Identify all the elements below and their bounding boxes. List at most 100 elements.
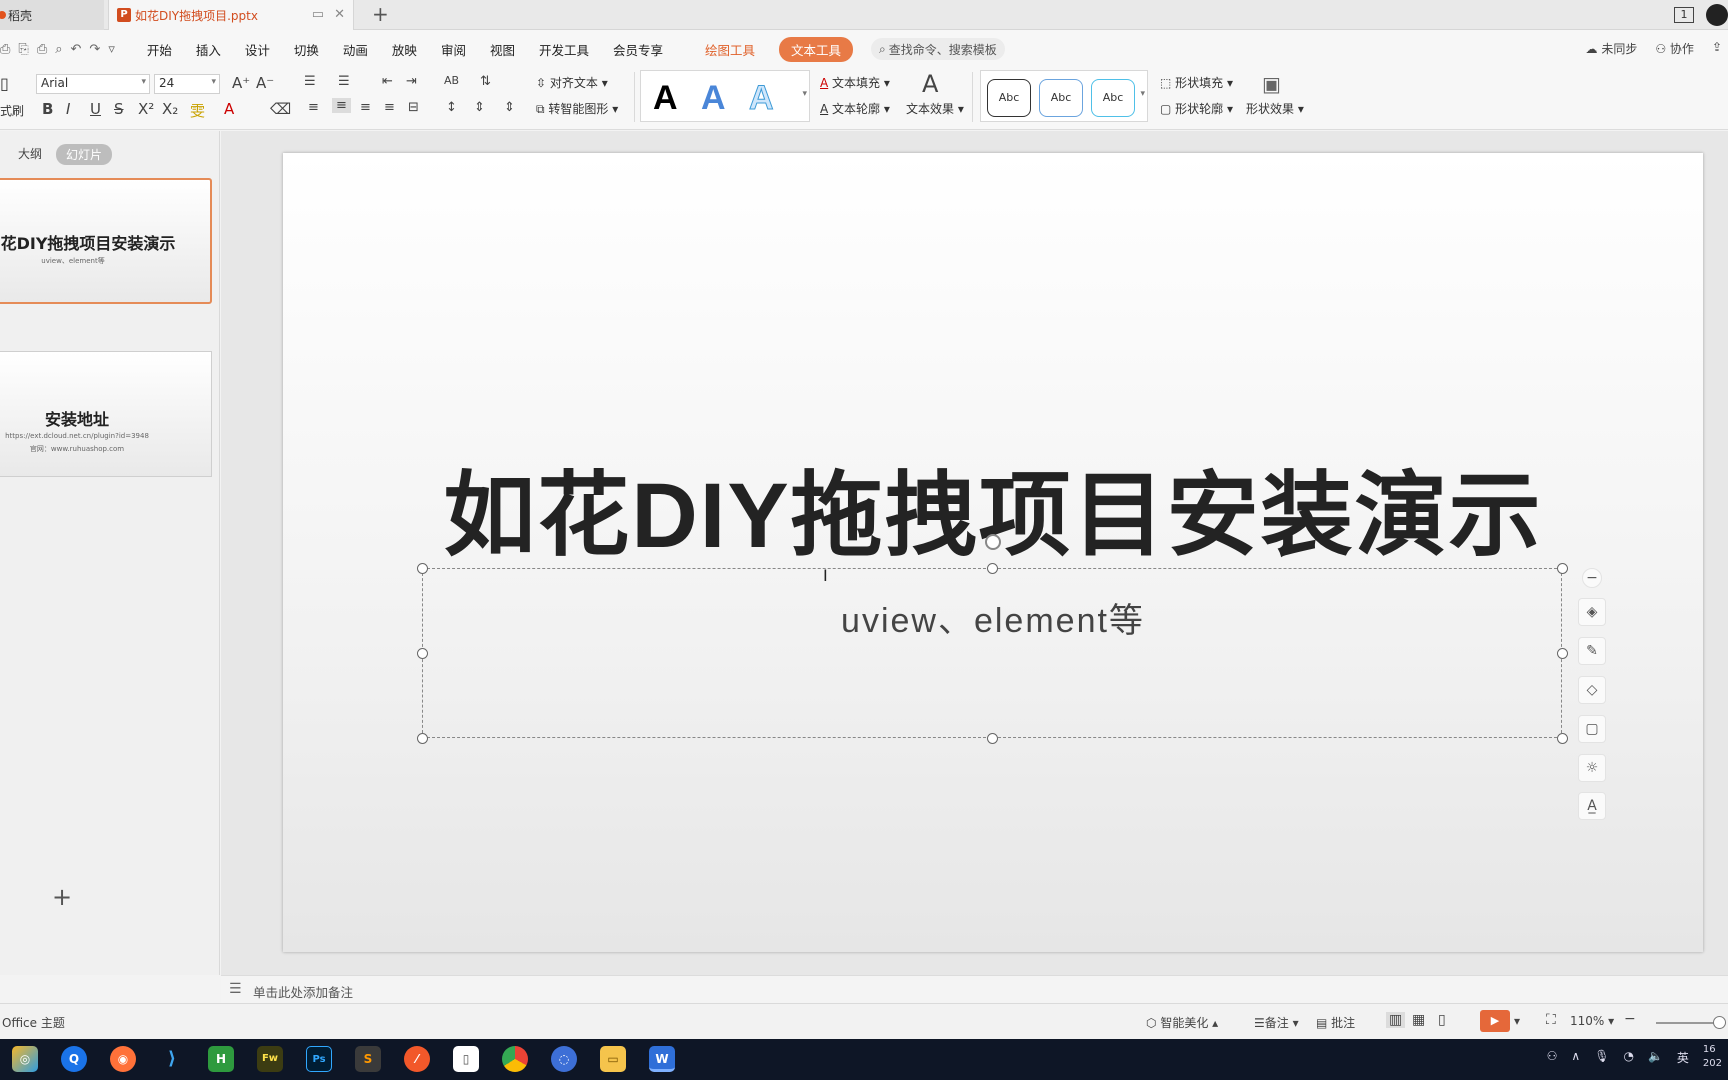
ime-indicator[interactable]: 英 [1677,1049,1689,1071]
shape-outline-button[interactable]: ▢ 形状轮廓 ▾ [1160,100,1233,117]
explorer-icon[interactable]: ▭ [600,1046,626,1072]
tab-document[interactable]: P 如花DIY拖拽项目.pptx ▭ ✕ [108,0,354,30]
font-family-select[interactable]: Arial ▾ [36,74,150,94]
print-preview-icon[interactable]: ⌕ [55,42,62,57]
resize-handle-n[interactable] [987,563,998,574]
microphone-icon[interactable]: 🎙 [1594,1049,1609,1071]
browser-q-icon[interactable]: Q [61,1046,87,1072]
shape-style-blue[interactable]: Abc [1039,79,1083,117]
italic-icon[interactable]: I [66,100,70,118]
resize-handle-w[interactable] [417,648,428,659]
bullets-icon[interactable]: ☰ [304,74,316,89]
tab-home[interactable]: 稻壳 [0,0,104,30]
outline-icon[interactable]: ▢ [1578,715,1606,743]
text-style-black[interactable]: A [653,79,678,118]
play-options-icon[interactable]: ▾ [1514,1014,1520,1028]
char-shading-icon[interactable]: 雯 [190,100,205,121]
fit-window-icon[interactable]: ⛶ [1546,1012,1556,1028]
align-center-icon[interactable]: ≡ [332,98,351,113]
shape-fill-button[interactable]: ⬚ 形状填充 ▾ [1160,74,1233,91]
notes-bar[interactable]: ☰ 单击此处添加备注 [221,975,1728,1003]
print-icon[interactable]: ⎙ [37,42,47,57]
shrink-font-icon[interactable]: A⁻ [256,74,274,92]
network-icon[interactable]: ◔ [1623,1049,1633,1071]
menu-insert[interactable]: 插入 [196,40,221,59]
text-effect-icon[interactable]: A [922,70,938,98]
sorter-view-icon[interactable]: ▦ [1412,1012,1425,1028]
command-search[interactable]: ⌕ 查找命令、搜索模板 [871,38,1005,60]
chrome-icon[interactable] [502,1046,528,1072]
lightbulb-icon[interactable]: ☼ [1578,754,1606,782]
resize-handle-ne[interactable] [1557,563,1568,574]
format-painter-label[interactable]: 式刷 [0,102,24,119]
reading-view-icon[interactable]: ▯ [1438,1012,1446,1028]
rotate-handle[interactable] [985,534,1001,550]
vscode-icon[interactable]: ⟩ [159,1046,185,1072]
layers-icon[interactable]: ◈ [1578,598,1606,626]
gallery-more-icon[interactable]: ▾ [802,89,807,99]
share-icon[interactable]: ⇪ [1712,40,1722,57]
collab-button[interactable]: ⚇ 协作 [1655,40,1694,57]
zoom-level[interactable]: 110% ▾ [1570,1014,1614,1028]
photoshop-icon[interactable]: Ps [306,1046,332,1072]
menu-transition[interactable]: 切换 [294,40,319,59]
line-spacing-icon[interactable]: ↕ [446,100,457,115]
firefox-icon[interactable]: ◉ [110,1046,136,1072]
slide-title[interactable]: 如花DIY拖拽项目安装演示 [283,441,1703,574]
wps-icon[interactable]: W [649,1046,675,1072]
tab-outline[interactable]: 大纲 [18,145,42,162]
slide[interactable]: 如花DIY拖拽项目安装演示 uview、element等 [283,153,1703,952]
text-direction-icon[interactable]: AB [444,74,459,87]
sublime-icon[interactable]: S [355,1046,381,1072]
fill-icon[interactable]: ◇ [1578,676,1606,704]
menu-design[interactable]: 设计 [245,40,270,59]
close-tab-icon[interactable]: ✕ [334,7,345,22]
play-slideshow-button[interactable]: ▶ [1480,1010,1510,1032]
menu-member[interactable]: 会员专享 [613,40,663,59]
font-color-icon[interactable]: A [224,100,234,118]
slide-subtitle[interactable]: uview、element等 [423,593,1563,642]
sort-icon[interactable]: ⇅ [480,74,491,89]
align-right-icon[interactable]: ≡ [360,100,371,115]
superscript-icon[interactable]: X² [138,100,154,118]
normal-view-icon[interactable]: ▥ [1386,1012,1406,1028]
new-tab-button[interactable]: + [372,2,389,26]
menu-home[interactable]: 开始 [147,40,172,59]
resize-handle-se[interactable] [1557,733,1568,744]
redo-icon[interactable]: ↷ [89,42,100,57]
shape-effect-icon[interactable]: ▣ [1262,72,1281,96]
text-style-blue[interactable]: A [701,79,726,118]
undo-icon[interactable]: ↶ [71,42,82,57]
subtitle-textbox[interactable]: uview、element等 [417,534,1568,744]
sync-status[interactable]: ☁ 未同步 [1585,40,1637,57]
align-left-icon[interactable]: ≡ [308,100,319,115]
align-text-button[interactable]: ⇳ 对齐文本 ▾ [536,74,608,91]
decrease-indent-icon[interactable]: ⇤ [382,74,393,89]
avatar[interactable] [1706,4,1728,26]
menu-drawing-tools[interactable]: 绘图工具 [705,40,755,59]
shape-gallery-more-icon[interactable]: ▾ [1140,89,1145,99]
subscript-icon[interactable]: X₂ [162,100,178,118]
volume-icon[interactable]: 🔈 [1648,1049,1663,1071]
slide-thumbnail-2[interactable]: 安装地址 https://ext.dcloud.net.cn/plugin?id… [0,351,212,477]
font-size-select[interactable]: 24 ▾ [154,74,220,94]
clock[interactable]: 16 202 [1703,1043,1722,1071]
distribute-icon[interactable]: ⊟ [408,100,419,115]
menu-animation[interactable]: 动画 [343,40,368,59]
fireworks-icon[interactable]: Fw [257,1046,283,1072]
resize-handle-nw[interactable] [417,563,428,574]
slide-thumbnail-1[interactable]: 花DIY拖拽项目安装演示 uview、element等 [0,178,212,304]
hbuilder-icon[interactable]: H [208,1046,234,1072]
zoom-out-icon[interactable]: − [1624,1011,1636,1027]
text-effect-button[interactable]: 文本效果 ▾ [906,100,964,117]
text-style-outline[interactable]: A [749,79,775,118]
justify-icon[interactable]: ≡ [384,100,395,115]
postman-icon[interactable]: ⁄ [404,1046,430,1072]
pin-icon[interactable]: ▭ [312,7,324,22]
resize-handle-e[interactable] [1557,648,1568,659]
bold-icon[interactable]: B [42,100,53,118]
shape-style-cyan[interactable]: Abc [1091,79,1135,117]
clear-format-icon[interactable]: ⌫ [270,100,291,118]
notes-toggle-button[interactable]: ☰备注 ▾ [1254,1014,1299,1031]
shape-effect-button[interactable]: 形状效果 ▾ [1246,100,1304,117]
